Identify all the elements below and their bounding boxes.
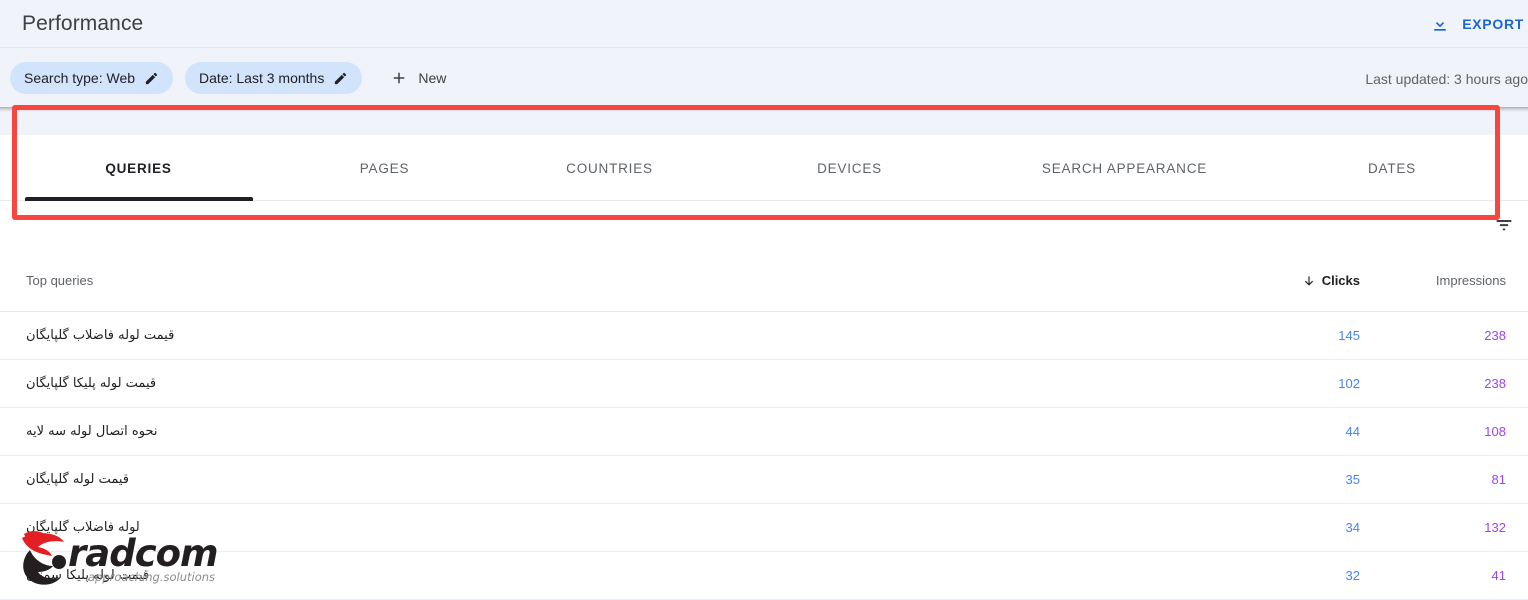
export-button[interactable]: EXPORT bbox=[1430, 14, 1528, 34]
add-new-filter-label: New bbox=[418, 70, 446, 86]
table-row[interactable]: قیمت لوله پلیکا گلپایگان 102 238 bbox=[0, 360, 1528, 408]
tab-devices-label: DEVICES bbox=[817, 161, 882, 176]
tab-dates-label: DATES bbox=[1368, 161, 1416, 176]
query-cell: قیمت لوله پلیکا گلپایگان bbox=[0, 376, 1193, 391]
export-label: EXPORT bbox=[1462, 16, 1524, 32]
tab-queries[interactable]: QUERIES bbox=[0, 135, 277, 201]
clicks-cell: 35 bbox=[1193, 472, 1368, 487]
queries-table: Top queries Clicks Impressions قیمت لوله… bbox=[0, 249, 1528, 600]
query-cell: قیمت لوله گلپایگان bbox=[0, 472, 1193, 487]
column-header-top-queries[interactable]: Top queries bbox=[0, 273, 1193, 288]
pencil-icon[interactable] bbox=[144, 71, 159, 86]
clicks-cell: 32 bbox=[1193, 568, 1368, 583]
pencil-icon[interactable] bbox=[333, 71, 348, 86]
query-cell: لوله فاضلاب گلپایگان bbox=[0, 520, 1193, 535]
column-header-clicks[interactable]: Clicks bbox=[1193, 273, 1368, 288]
tab-devices[interactable]: DEVICES bbox=[727, 135, 972, 201]
clicks-cell: 34 bbox=[1193, 520, 1368, 535]
filter-bar: Search type: Web Date: Last 3 months bbox=[0, 47, 1528, 108]
table-row[interactable]: قیمت لوله فاضلاب گلپایگان 145 238 bbox=[0, 312, 1528, 360]
table-row[interactable]: لوله فاضلاب گلپایگان 34 132 bbox=[0, 504, 1528, 552]
tab-countries-label: COUNTRIES bbox=[566, 161, 653, 176]
tab-dates[interactable]: DATES bbox=[1277, 135, 1507, 201]
add-new-filter-button[interactable]: New bbox=[384, 62, 452, 94]
clicks-cell: 145 bbox=[1193, 328, 1368, 343]
filter-list-icon[interactable] bbox=[1492, 213, 1516, 237]
top-bar-actions: EXPORT bbox=[1430, 0, 1528, 47]
performance-page: Performance EXPORT Search type: Web bbox=[0, 0, 1528, 600]
tab-pages-label: PAGES bbox=[360, 161, 410, 176]
tab-search-appearance[interactable]: SEARCH APPEARANCE bbox=[972, 135, 1277, 201]
download-icon bbox=[1430, 14, 1450, 34]
arrow-down-icon bbox=[1302, 274, 1316, 288]
filter-chip-search-type-label: Search type: Web bbox=[24, 70, 135, 86]
query-cell: قیمت لوله پلیکا سمنان bbox=[0, 568, 1193, 583]
table-row[interactable]: قیمت لوله گلپایگان 35 81 bbox=[0, 456, 1528, 504]
impressions-cell: 81 bbox=[1368, 472, 1528, 487]
impressions-cell: 132 bbox=[1368, 520, 1528, 535]
query-cell: قیمت لوله فاضلاب گلپایگان bbox=[0, 328, 1193, 343]
table-row[interactable]: قیمت لوله پلیکا سمنان 32 41 bbox=[0, 552, 1528, 600]
plus-icon bbox=[390, 69, 408, 87]
filter-chip-search-type[interactable]: Search type: Web bbox=[10, 62, 173, 94]
column-header-impressions[interactable]: Impressions bbox=[1368, 273, 1528, 288]
table-header-row: Top queries Clicks Impressions bbox=[0, 250, 1528, 312]
impressions-cell: 41 bbox=[1368, 568, 1528, 583]
top-app-bar: Performance EXPORT bbox=[0, 0, 1528, 47]
query-cell: نحوه اتصال لوله سه لایه bbox=[0, 424, 1193, 439]
dimension-tabs: QUERIES PAGES COUNTRIES DEVICES SEARCH A… bbox=[0, 135, 1528, 201]
clicks-cell: 44 bbox=[1193, 424, 1368, 439]
tab-queries-label: QUERIES bbox=[105, 161, 171, 176]
table-row[interactable]: نحوه اتصال لوله سه لایه 44 108 bbox=[0, 408, 1528, 456]
impressions-cell: 238 bbox=[1368, 376, 1528, 391]
impressions-cell: 108 bbox=[1368, 424, 1528, 439]
tab-countries[interactable]: COUNTRIES bbox=[492, 135, 727, 201]
impressions-cell: 238 bbox=[1368, 328, 1528, 343]
tab-search-appearance-label: SEARCH APPEARANCE bbox=[1042, 161, 1207, 176]
filter-chip-date[interactable]: Date: Last 3 months bbox=[185, 62, 362, 94]
table-toolbar bbox=[0, 201, 1528, 249]
clicks-cell: 102 bbox=[1193, 376, 1368, 391]
last-updated-text: Last updated: 3 hours ago bbox=[1365, 48, 1528, 109]
column-header-clicks-label: Clicks bbox=[1322, 273, 1360, 288]
filter-chip-date-label: Date: Last 3 months bbox=[199, 70, 324, 86]
tabs-top-gap bbox=[0, 113, 1528, 135]
tab-pages[interactable]: PAGES bbox=[277, 135, 492, 201]
page-title: Performance bbox=[22, 12, 143, 36]
